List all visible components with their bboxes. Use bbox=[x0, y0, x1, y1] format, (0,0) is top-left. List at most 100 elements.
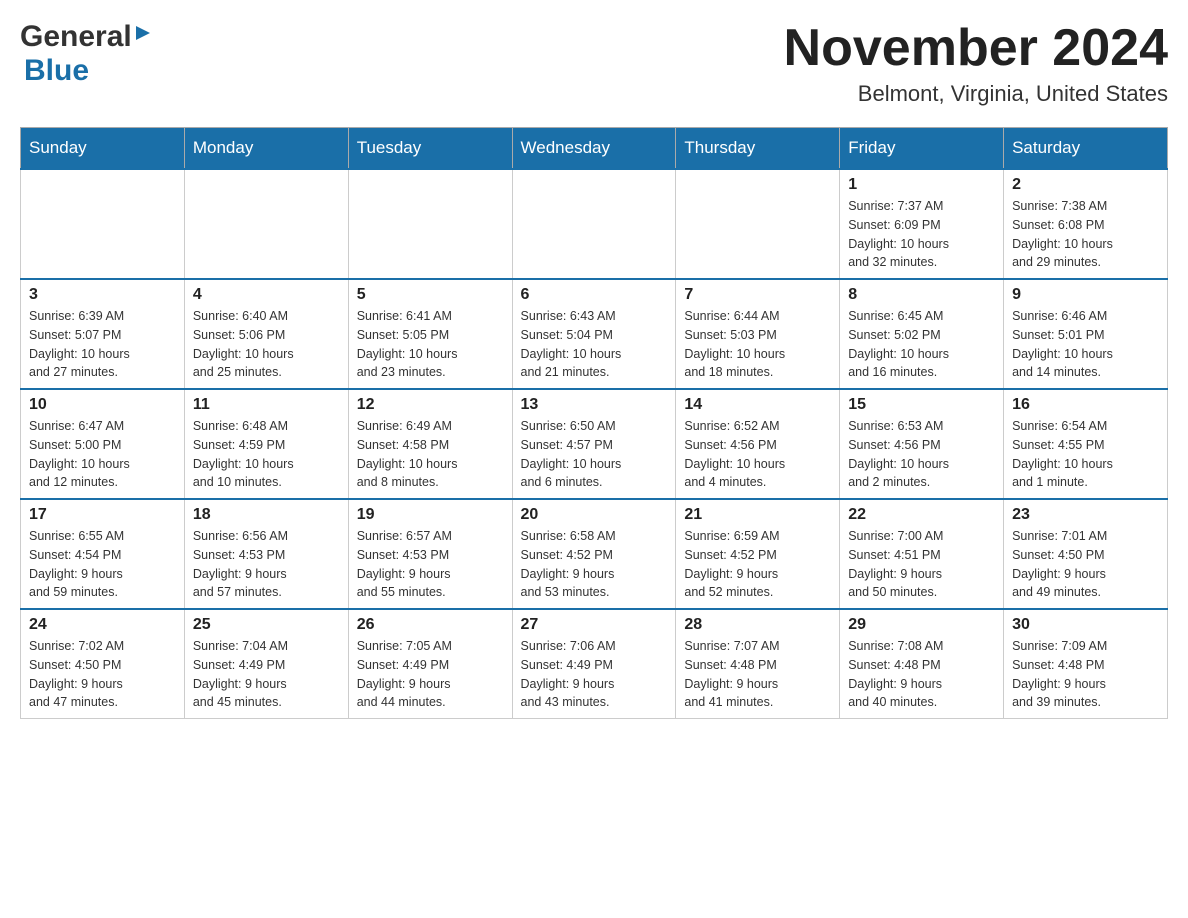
day-info: Sunrise: 6:52 AM Sunset: 4:56 PM Dayligh… bbox=[684, 417, 831, 492]
day-number: 18 bbox=[193, 506, 340, 524]
calendar-cell: 11 Sunrise: 6:48 AM Sunset: 4:59 PM Dayli… bbox=[184, 389, 348, 499]
calendar-table: SundayMondayTuesdayWednesdayThursdayFrid… bbox=[20, 127, 1168, 719]
day-info: Sunrise: 7:08 AM Sunset: 4:48 PM Dayligh… bbox=[848, 637, 995, 712]
day-header-monday: Monday bbox=[184, 128, 348, 170]
calendar-cell: 14 Sunrise: 6:52 AM Sunset: 4:56 PM Dayli… bbox=[676, 389, 840, 499]
calendar-cell: 29 Sunrise: 7:08 AM Sunset: 4:48 PM Dayli… bbox=[840, 609, 1004, 719]
day-number: 11 bbox=[193, 396, 340, 414]
logo: General Blue bbox=[20, 20, 154, 88]
day-header-saturday: Saturday bbox=[1004, 128, 1168, 170]
day-info: Sunrise: 6:56 AM Sunset: 4:53 PM Dayligh… bbox=[193, 527, 340, 602]
calendar-cell: 3 Sunrise: 6:39 AM Sunset: 5:07 PM Daylig… bbox=[21, 279, 185, 389]
day-number: 29 bbox=[848, 616, 995, 634]
day-info: Sunrise: 6:45 AM Sunset: 5:02 PM Dayligh… bbox=[848, 307, 995, 382]
day-info: Sunrise: 7:01 AM Sunset: 4:50 PM Dayligh… bbox=[1012, 527, 1159, 602]
title-block: November 2024 Belmont, Virginia, United … bbox=[784, 20, 1168, 107]
day-number: 6 bbox=[521, 286, 668, 304]
logo-blue-text: Blue bbox=[24, 54, 89, 88]
day-number: 22 bbox=[848, 506, 995, 524]
day-info: Sunrise: 7:05 AM Sunset: 4:49 PM Dayligh… bbox=[357, 637, 504, 712]
day-number: 5 bbox=[357, 286, 504, 304]
calendar-cell: 8 Sunrise: 6:45 AM Sunset: 5:02 PM Daylig… bbox=[840, 279, 1004, 389]
day-info: Sunrise: 6:47 AM Sunset: 5:00 PM Dayligh… bbox=[29, 417, 176, 492]
calendar-cell: 25 Sunrise: 7:04 AM Sunset: 4:49 PM Dayli… bbox=[184, 609, 348, 719]
week-row-1: 1 Sunrise: 7:37 AM Sunset: 6:09 PM Daylig… bbox=[21, 169, 1168, 279]
day-number: 9 bbox=[1012, 286, 1159, 304]
calendar-cell bbox=[348, 169, 512, 279]
calendar-cell bbox=[676, 169, 840, 279]
day-info: Sunrise: 6:50 AM Sunset: 4:57 PM Dayligh… bbox=[521, 417, 668, 492]
day-number: 26 bbox=[357, 616, 504, 634]
calendar-cell bbox=[184, 169, 348, 279]
calendar-cell: 15 Sunrise: 6:53 AM Sunset: 4:56 PM Dayli… bbox=[840, 389, 1004, 499]
day-info: Sunrise: 6:49 AM Sunset: 4:58 PM Dayligh… bbox=[357, 417, 504, 492]
day-info: Sunrise: 7:04 AM Sunset: 4:49 PM Dayligh… bbox=[193, 637, 340, 712]
day-number: 27 bbox=[521, 616, 668, 634]
calendar-cell: 7 Sunrise: 6:44 AM Sunset: 5:03 PM Daylig… bbox=[676, 279, 840, 389]
day-number: 17 bbox=[29, 506, 176, 524]
day-number: 25 bbox=[193, 616, 340, 634]
calendar-cell: 6 Sunrise: 6:43 AM Sunset: 5:04 PM Daylig… bbox=[512, 279, 676, 389]
day-number: 1 bbox=[848, 176, 995, 194]
day-header-thursday: Thursday bbox=[676, 128, 840, 170]
day-info: Sunrise: 6:59 AM Sunset: 4:52 PM Dayligh… bbox=[684, 527, 831, 602]
day-info: Sunrise: 6:55 AM Sunset: 4:54 PM Dayligh… bbox=[29, 527, 176, 602]
calendar-cell: 26 Sunrise: 7:05 AM Sunset: 4:49 PM Dayli… bbox=[348, 609, 512, 719]
day-info: Sunrise: 7:37 AM Sunset: 6:09 PM Dayligh… bbox=[848, 197, 995, 272]
calendar-cell: 10Sunrise: 6:47 AM Sunset: 5:00 PM Dayli… bbox=[21, 389, 185, 499]
day-info: Sunrise: 6:39 AM Sunset: 5:07 PM Dayligh… bbox=[29, 307, 176, 382]
calendar-cell: 30 Sunrise: 7:09 AM Sunset: 4:48 PM Dayli… bbox=[1004, 609, 1168, 719]
day-number: 24 bbox=[29, 616, 176, 634]
day-info: Sunrise: 7:00 AM Sunset: 4:51 PM Dayligh… bbox=[848, 527, 995, 602]
calendar-cell: 21 Sunrise: 6:59 AM Sunset: 4:52 PM Dayli… bbox=[676, 499, 840, 609]
calendar-cell: 2Sunrise: 7:38 AM Sunset: 6:08 PM Daylig… bbox=[1004, 169, 1168, 279]
day-number: 30 bbox=[1012, 616, 1159, 634]
calendar-cell: 23 Sunrise: 7:01 AM Sunset: 4:50 PM Dayli… bbox=[1004, 499, 1168, 609]
day-number: 28 bbox=[684, 616, 831, 634]
day-header-tuesday: Tuesday bbox=[348, 128, 512, 170]
day-info: Sunrise: 6:48 AM Sunset: 4:59 PM Dayligh… bbox=[193, 417, 340, 492]
day-number: 13 bbox=[521, 396, 668, 414]
calendar-cell bbox=[21, 169, 185, 279]
calendar-cell: 12 Sunrise: 6:49 AM Sunset: 4:58 PM Dayli… bbox=[348, 389, 512, 499]
logo-arrow-icon bbox=[132, 22, 154, 49]
day-info: Sunrise: 6:58 AM Sunset: 4:52 PM Dayligh… bbox=[521, 527, 668, 602]
logo-general-text: General bbox=[20, 20, 132, 54]
day-number: 21 bbox=[684, 506, 831, 524]
day-info: Sunrise: 6:44 AM Sunset: 5:03 PM Dayligh… bbox=[684, 307, 831, 382]
day-number: 3 bbox=[29, 286, 176, 304]
day-number: 8 bbox=[848, 286, 995, 304]
calendar-cell: 17 Sunrise: 6:55 AM Sunset: 4:54 PM Dayli… bbox=[21, 499, 185, 609]
calendar-cell: 20 Sunrise: 6:58 AM Sunset: 4:52 PM Dayli… bbox=[512, 499, 676, 609]
week-row-5: 24 Sunrise: 7:02 AM Sunset: 4:50 PM Dayli… bbox=[21, 609, 1168, 719]
day-info: Sunrise: 7:02 AM Sunset: 4:50 PM Dayligh… bbox=[29, 637, 176, 712]
page-header: General Blue November 2024 Belmont, Virg… bbox=[20, 20, 1168, 107]
day-number: 14 bbox=[684, 396, 831, 414]
calendar-cell: 5Sunrise: 6:41 AM Sunset: 5:05 PM Daylig… bbox=[348, 279, 512, 389]
day-number: 12 bbox=[357, 396, 504, 414]
calendar-cell: 18 Sunrise: 6:56 AM Sunset: 4:53 PM Dayli… bbox=[184, 499, 348, 609]
days-of-week-row: SundayMondayTuesdayWednesdayThursdayFrid… bbox=[21, 128, 1168, 170]
calendar-cell: 4Sunrise: 6:40 AM Sunset: 5:06 PM Daylig… bbox=[184, 279, 348, 389]
day-number: 20 bbox=[521, 506, 668, 524]
location-text: Belmont, Virginia, United States bbox=[784, 81, 1168, 107]
day-info: Sunrise: 7:07 AM Sunset: 4:48 PM Dayligh… bbox=[684, 637, 831, 712]
day-info: Sunrise: 7:09 AM Sunset: 4:48 PM Dayligh… bbox=[1012, 637, 1159, 712]
calendar-cell: 13 Sunrise: 6:50 AM Sunset: 4:57 PM Dayli… bbox=[512, 389, 676, 499]
day-header-sunday: Sunday bbox=[21, 128, 185, 170]
day-info: Sunrise: 6:46 AM Sunset: 5:01 PM Dayligh… bbox=[1012, 307, 1159, 382]
calendar-cell: 16 Sunrise: 6:54 AM Sunset: 4:55 PM Dayli… bbox=[1004, 389, 1168, 499]
day-header-friday: Friday bbox=[840, 128, 1004, 170]
day-number: 19 bbox=[357, 506, 504, 524]
day-number: 7 bbox=[684, 286, 831, 304]
day-info: Sunrise: 6:43 AM Sunset: 5:04 PM Dayligh… bbox=[521, 307, 668, 382]
day-info: Sunrise: 6:54 AM Sunset: 4:55 PM Dayligh… bbox=[1012, 417, 1159, 492]
day-info: Sunrise: 6:53 AM Sunset: 4:56 PM Dayligh… bbox=[848, 417, 995, 492]
day-number: 15 bbox=[848, 396, 995, 414]
calendar-cell: 24 Sunrise: 7:02 AM Sunset: 4:50 PM Dayli… bbox=[21, 609, 185, 719]
day-number: 2 bbox=[1012, 176, 1159, 194]
day-number: 16 bbox=[1012, 396, 1159, 414]
calendar-cell: 19Sunrise: 6:57 AM Sunset: 4:53 PM Dayli… bbox=[348, 499, 512, 609]
month-title: November 2024 bbox=[784, 20, 1168, 77]
day-number: 23 bbox=[1012, 506, 1159, 524]
